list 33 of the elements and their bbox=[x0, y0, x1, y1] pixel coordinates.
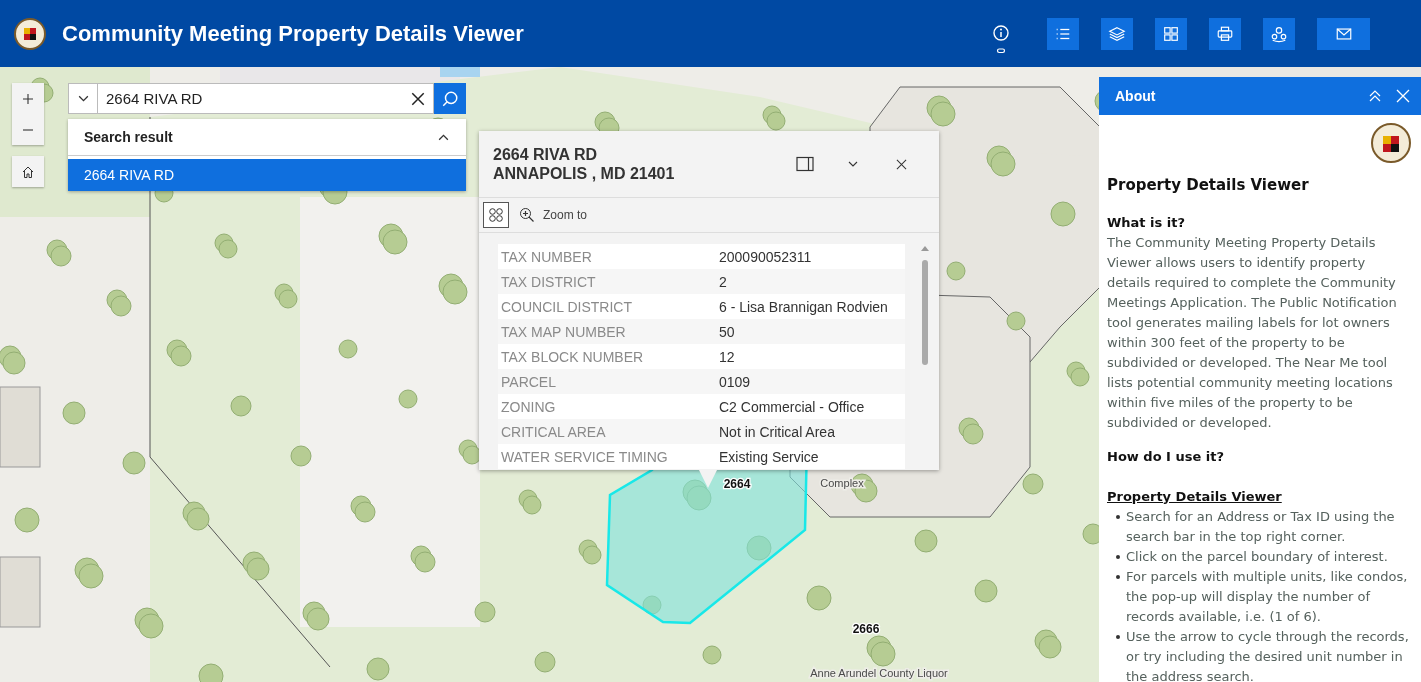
field-value: C2 Commercial - Office bbox=[719, 398, 865, 415]
description-text: The Community Meeting Property Details Viewer allows users to identify property details required to complete the Community Meetings Application. The Public Notification tool generates mailing labels for lot owners within 300 feet of the property to be subdivided or developed. The Near Me tool lists potential community meeting locations within five miles of the property to be subdivided or developed. bbox=[1107, 234, 1398, 432]
field-label: TAX DISTRICT bbox=[500, 273, 597, 290]
about-title: About bbox=[1115, 88, 1157, 104]
map-label: 2664 bbox=[723, 477, 751, 491]
app-title: Community Meeting Property Details Viewer bbox=[62, 20, 524, 47]
field-value: 2 bbox=[719, 273, 727, 290]
map-label: Anne Arundel County Liquor bbox=[810, 667, 948, 679]
field-value: Existing Service bbox=[719, 448, 819, 465]
instruction-text: Search for an Address or Tax ID using the search bar in the top right corner. bbox=[1126, 508, 1396, 546]
field-label: WATER SERVICE TIMING bbox=[500, 448, 669, 465]
section-heading: What is it? bbox=[1107, 214, 1187, 232]
field-label: COUNCIL DISTRICT bbox=[500, 298, 633, 315]
field-value: 50 bbox=[719, 323, 735, 340]
field-label: TAX MAP NUMBER bbox=[500, 323, 627, 340]
section-heading: How do I use it? bbox=[1107, 448, 1226, 466]
field-value: Not in Critical Area bbox=[719, 423, 835, 440]
field-label: TAX NUMBER bbox=[500, 248, 593, 265]
field-value: 200090052311 bbox=[719, 248, 812, 265]
map-label: 2666 bbox=[852, 622, 880, 636]
field-value: 6 - Lisa Brannigan Rodvien bbox=[719, 298, 888, 315]
field-label: CRITICAL AREA bbox=[500, 423, 607, 440]
field-value: 12 bbox=[719, 348, 735, 365]
section-heading: Property Details Viewer bbox=[1107, 488, 1283, 506]
field-label: PARCEL bbox=[500, 373, 557, 390]
field-value: 0109 bbox=[719, 373, 751, 390]
field-label: TAX BLOCK NUMBER bbox=[500, 348, 645, 365]
about-heading: Property Details Viewer bbox=[1107, 175, 1310, 195]
instruction-text: Click on the parcel boundary of interest. bbox=[1126, 548, 1388, 566]
field-label: ZONING bbox=[500, 398, 557, 415]
popup-title: 2664 RIVA RD ANNAPOLIS , MD 21401 bbox=[493, 145, 676, 183]
instruction-text: Use the arrow to cycle through the records, or try including the desired unit number in the address search. bbox=[1126, 628, 1410, 682]
instruction-text: For parcels with multiple units, like condos, the pop-up will display the number of records available, i.e. (1 of 6). bbox=[1126, 568, 1409, 626]
